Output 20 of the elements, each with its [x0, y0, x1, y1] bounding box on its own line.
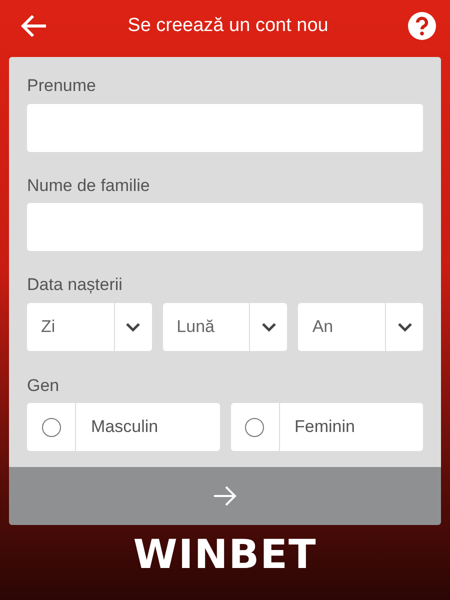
page-title: Se creează un cont nou: [128, 14, 328, 38]
chevron-down-icon: [396, 322, 413, 332]
arrow-right-icon: [213, 486, 237, 506]
back-arrow-icon[interactable]: [20, 14, 48, 38]
chevron-down-icon: [260, 322, 277, 332]
dropdown[interactable]: Lună: [162, 302, 288, 350]
field-label: Data nașterii: [27, 274, 122, 296]
input-field[interactable]: [27, 203, 423, 251]
input-field[interactable]: [27, 104, 423, 152]
next-button[interactable]: [9, 467, 441, 525]
field-label: Prenume: [27, 75, 96, 97]
help-icon[interactable]: [408, 12, 436, 40]
radio-option[interactable]: Masculin: [27, 403, 220, 451]
field-label: Nume de familie: [27, 174, 150, 196]
chevron-down-icon: [125, 322, 142, 332]
field-label: Gen: [27, 374, 60, 396]
logo: WINBET: [133, 532, 317, 578]
dropdown[interactable]: An: [298, 302, 424, 350]
dropdown[interactable]: Zi: [27, 302, 152, 350]
radio-option[interactable]: Feminin: [230, 403, 423, 451]
